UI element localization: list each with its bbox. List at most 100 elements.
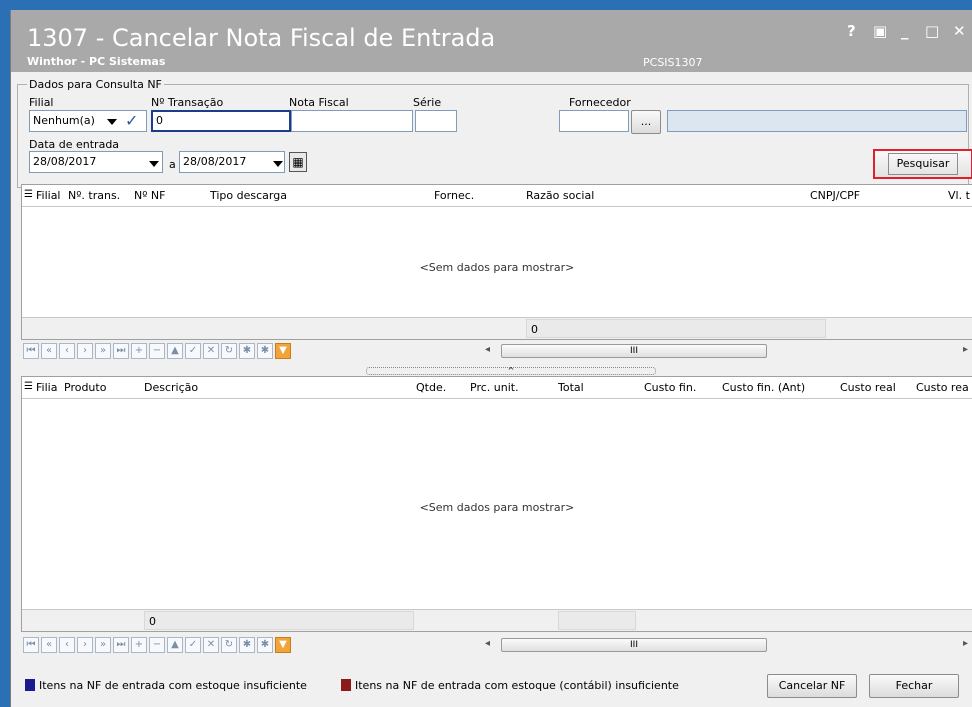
legend-swatch-stock	[25, 679, 35, 691]
scroll2-right-icon[interactable]: ▸	[963, 638, 968, 649]
col-filial[interactable]: Filial	[36, 189, 61, 202]
column-chooser-icon[interactable]: ☰	[24, 189, 33, 200]
close-button[interactable]: Fechar	[869, 674, 959, 698]
col-razao-social[interactable]: Razão social	[526, 189, 594, 202]
transacao-input[interactable]: 0	[151, 110, 291, 132]
nav-last-icon[interactable]: ⏭	[113, 343, 129, 359]
col-descricao[interactable]: Descrição	[144, 381, 198, 394]
filter-group-title: Dados para Consulta NF	[27, 78, 164, 91]
scroll2-left-icon[interactable]: ◂	[485, 638, 490, 649]
items-grid-empty-message: <Sem dados para mostrar>	[419, 501, 575, 514]
nav-next-icon[interactable]: ›	[77, 343, 93, 359]
items-grid[interactable]: ☰ Filia Produto Descrição Qtde. Prc. uni…	[21, 376, 972, 632]
title-bar[interactable]: 1307 - Cancelar Nota Fiscal de Entrada W…	[11, 10, 972, 72]
nav2-goto-bookmark-icon[interactable]: ✱	[257, 637, 273, 653]
col-num-nf[interactable]: Nº NF	[134, 189, 165, 202]
col-custo-fin-ant[interactable]: Custo fin. (Ant)	[722, 381, 805, 394]
nf-grid-footer: 0	[22, 317, 972, 339]
date-from-input[interactable]: 28/08/2017	[29, 151, 163, 173]
nav-edit-icon[interactable]: ▲	[167, 343, 183, 359]
scroll-right-icon[interactable]: ▸	[963, 344, 968, 355]
minimize-icon[interactable]: _	[901, 22, 909, 40]
col-tipo-descarga[interactable]: Tipo descarga	[210, 189, 287, 202]
col-custo-real[interactable]: Custo real	[840, 381, 896, 394]
nav-insert-icon[interactable]: +	[131, 343, 147, 359]
nav2-refresh-icon[interactable]: ↻	[221, 637, 237, 653]
scroll2-thumb[interactable]: III	[501, 638, 767, 652]
col-vl-total[interactable]: Vl. t	[948, 189, 970, 202]
col-fornec[interactable]: Fornec.	[434, 189, 474, 202]
nav2-cancel-icon[interactable]: ✕	[203, 637, 219, 653]
scroll-left-icon[interactable]: ◂	[485, 344, 490, 355]
nav-filter-icon[interactable]: ▼	[275, 343, 291, 359]
calendar-icon[interactable]: ▦	[289, 152, 307, 172]
col-num-trans[interactable]: Nº. trans.	[68, 189, 120, 202]
scroll-thumb[interactable]: III	[501, 344, 767, 358]
items-grid-header: ☰ Filia Produto Descrição Qtde. Prc. uni…	[22, 377, 972, 399]
nav2-last-icon[interactable]: ⏭	[113, 637, 129, 653]
nav2-prev-page-icon[interactable]: «	[41, 637, 57, 653]
nav2-next-icon[interactable]: ›	[77, 637, 93, 653]
col-custo-fin[interactable]: Custo fin.	[644, 381, 696, 394]
search-button[interactable]: Pesquisar	[873, 149, 972, 179]
nav-delete-icon[interactable]: −	[149, 343, 165, 359]
date-to-input[interactable]: 28/08/2017	[179, 151, 285, 173]
nav-first-icon[interactable]: ⏮	[23, 343, 39, 359]
restore-icon[interactable]: ▣	[873, 22, 887, 40]
nav-prev-icon[interactable]: ‹	[59, 343, 75, 359]
nav-prev-page-icon[interactable]: «	[41, 343, 57, 359]
nota-fiscal-input[interactable]	[291, 110, 413, 132]
nav-next-page-icon[interactable]: »	[95, 343, 111, 359]
date-separator: a	[169, 158, 176, 171]
nf-grid-empty-message: <Sem dados para mostrar>	[419, 261, 575, 274]
nav2-bookmark-icon[interactable]: ✱	[239, 637, 255, 653]
date-from-value: 28/08/2017	[33, 155, 97, 168]
nav-post-icon[interactable]: ✓	[185, 343, 201, 359]
nav2-post-icon[interactable]: ✓	[185, 637, 201, 653]
window-title: 1307 - Cancelar Nota Fiscal de Entrada	[27, 24, 496, 52]
col-total[interactable]: Total	[558, 381, 584, 394]
app-window: 1307 - Cancelar Nota Fiscal de Entrada W…	[10, 10, 972, 707]
col-prc-unit[interactable]: Prc. unit.	[470, 381, 519, 394]
items-column-chooser-icon[interactable]: ☰	[24, 381, 33, 392]
nav-cancel-icon[interactable]: ✕	[203, 343, 219, 359]
window-subtitle: Winthor - PC Sistemas	[27, 55, 166, 68]
col-produto[interactable]: Produto	[64, 381, 106, 394]
cancel-nf-button[interactable]: Cancelar NF	[767, 674, 857, 698]
nav2-insert-icon[interactable]: +	[131, 637, 147, 653]
routine-code: PCSIS1307	[643, 56, 703, 69]
filial-value: Nenhum(a)	[33, 114, 95, 127]
grid-splitter[interactable]: ^	[366, 367, 656, 375]
fornecedor-code-input[interactable]	[559, 110, 629, 132]
nav2-delete-icon[interactable]: −	[149, 637, 165, 653]
help-icon[interactable]: ?	[847, 22, 856, 40]
col-qtde[interactable]: Qtde.	[416, 381, 446, 394]
filial-dropdown-icon[interactable]	[107, 119, 117, 125]
nav-refresh-icon[interactable]: ↻	[221, 343, 237, 359]
legend-stock-text: Itens na NF de entrada com estoque insuf…	[39, 679, 307, 692]
date-from-dropdown-icon[interactable]	[149, 161, 159, 167]
col-item-filial[interactable]: Filia	[36, 381, 57, 394]
fornecedor-browse-button[interactable]: ...	[631, 110, 661, 134]
serie-input[interactable]	[415, 110, 457, 132]
filial-label: Filial	[29, 96, 54, 109]
close-icon[interactable]: ✕	[953, 22, 966, 40]
nav2-edit-icon[interactable]: ▲	[167, 637, 183, 653]
col-custo-real-2[interactable]: Custo rea	[916, 381, 969, 394]
nf-grid[interactable]: ☰ Filial Nº. trans. Nº NF Tipo descarga …	[21, 184, 972, 340]
serie-label: Série	[413, 96, 442, 109]
nav2-first-icon[interactable]: ⏮	[23, 637, 39, 653]
nf-grid-navigator: ⏮ « ‹ › » ⏭ + − ▲ ✓ ✕ ↻ ✱ ✱ ▼ ◂ III ▸	[21, 340, 972, 364]
nav-bookmark-icon[interactable]: ✱	[239, 343, 255, 359]
items-grid-hscroll[interactable]: ◂ III ▸	[483, 636, 972, 654]
filial-confirm-icon[interactable]: ✓	[125, 111, 138, 130]
date-to-dropdown-icon[interactable]	[273, 161, 283, 167]
col-cnpj-cpf[interactable]: CNPJ/CPF	[810, 189, 860, 202]
nav2-next-page-icon[interactable]: »	[95, 637, 111, 653]
maximize-icon[interactable]: □	[925, 22, 939, 40]
nav-goto-bookmark-icon[interactable]: ✱	[257, 343, 273, 359]
nf-grid-hscroll[interactable]: ◂ III ▸	[483, 342, 972, 360]
nav2-filter-icon[interactable]: ▼	[275, 637, 291, 653]
legend-accounting-text: Itens na NF de entrada com estoque (cont…	[355, 679, 679, 692]
nav2-prev-icon[interactable]: ‹	[59, 637, 75, 653]
